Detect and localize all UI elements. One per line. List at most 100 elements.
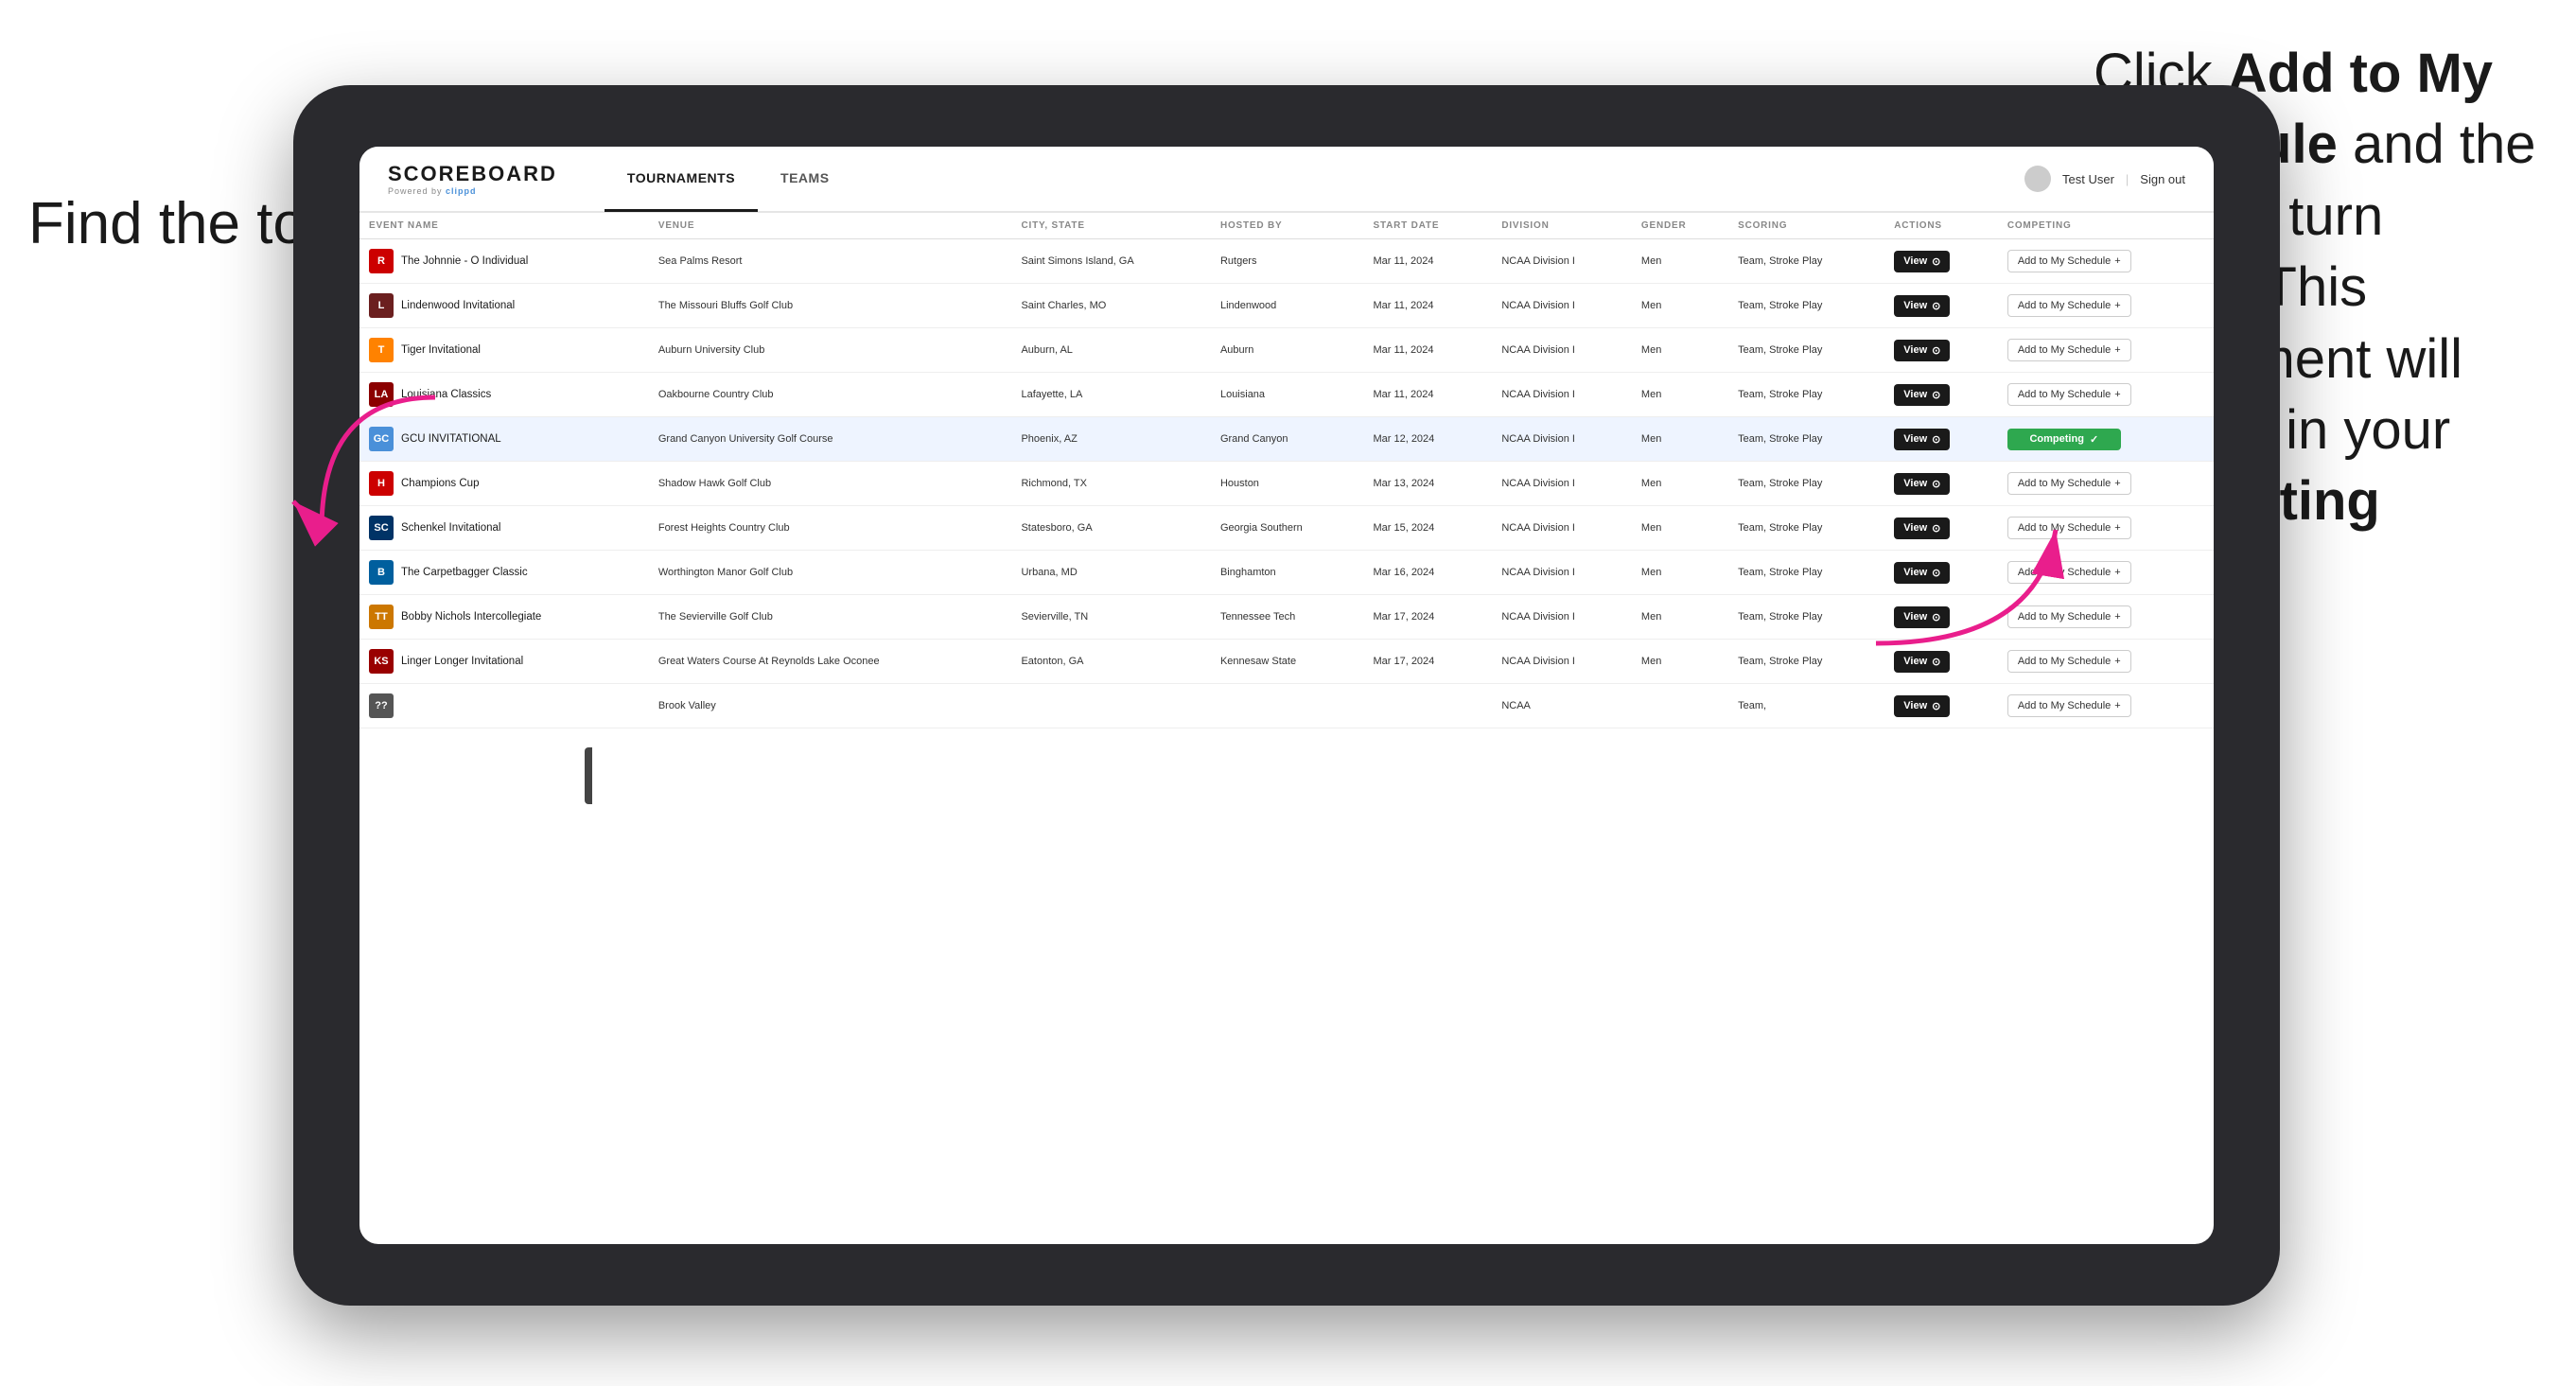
add-to-schedule-button[interactable]: Add to My Schedule + (2007, 294, 2131, 317)
view-button[interactable]: View ⊙ (1894, 384, 1950, 406)
team-logo: LA (369, 382, 394, 407)
cell-gender: Men (1632, 373, 1728, 417)
cell-venue: Great Waters Course At Reynolds Lake Oco… (649, 640, 1012, 684)
add-to-schedule-button[interactable]: Add to My Schedule + (2007, 561, 2131, 584)
cell-start-date: Mar 15, 2024 (1363, 506, 1492, 551)
add-to-schedule-button[interactable]: Add to My Schedule + (2007, 605, 2131, 628)
table-row: SC Schenkel Invitational Forest Heights … (359, 506, 2214, 551)
sign-out-link[interactable]: Sign out (2140, 172, 2185, 186)
cell-competing: Add to My Schedule + (1998, 595, 2214, 640)
header-right: Test User | Sign out (2024, 166, 2185, 192)
view-button[interactable]: View ⊙ (1894, 251, 1950, 272)
event-name-text: The Carpetbagger Classic (401, 567, 528, 578)
view-button[interactable]: View ⊙ (1894, 606, 1950, 628)
view-button[interactable]: View ⊙ (1894, 295, 1950, 317)
cell-division: NCAA Division I (1492, 640, 1632, 684)
cell-scoring: Team, Stroke Play (1728, 373, 1884, 417)
view-button[interactable]: View ⊙ (1894, 695, 1950, 717)
view-button[interactable]: View ⊙ (1894, 518, 1950, 539)
cell-scoring: Team, Stroke Play (1728, 595, 1884, 640)
cell-competing: Add to My Schedule + (1998, 551, 2214, 595)
plus-icon: + (2114, 389, 2120, 400)
cell-division: NCAA Division I (1492, 239, 1632, 284)
table-row: GC GCU INVITATIONAL Grand Canyon Univers… (359, 417, 2214, 462)
app-logo: SCOREBOARD (388, 162, 557, 186)
cell-city-state: Eatonton, GA (1011, 640, 1210, 684)
view-button[interactable]: View ⊙ (1894, 562, 1950, 584)
team-logo: T (369, 338, 394, 362)
cell-gender: Men (1632, 328, 1728, 373)
event-name-text: Lindenwood Invitational (401, 300, 515, 311)
view-button[interactable]: View ⊙ (1894, 429, 1950, 450)
add-to-schedule-button[interactable]: Add to My Schedule + (2007, 383, 2131, 406)
cell-city-state: Sevierville, TN (1011, 595, 1210, 640)
cell-city-state: Richmond, TX (1011, 462, 1210, 506)
event-name-text: The Johnnie - O Individual (401, 255, 528, 267)
cell-event-name: R The Johnnie - O Individual (359, 239, 649, 284)
col-start-date: START DATE (1363, 213, 1492, 239)
add-to-schedule-button[interactable]: Add to My Schedule + (2007, 472, 2131, 495)
cell-start-date: Mar 11, 2024 (1363, 284, 1492, 328)
tablet-screen: SCOREBOARD Powered by clippd TOURNAMENTS… (359, 147, 2214, 1244)
cell-city-state: Phoenix, AZ (1011, 417, 1210, 462)
cell-event-name: LA Louisiana Classics (359, 373, 649, 417)
team-logo: GC (369, 427, 394, 451)
cell-actions: View ⊙ (1884, 239, 1998, 284)
cell-event-name: B The Carpetbagger Classic (359, 551, 649, 595)
add-to-schedule-button[interactable]: Add to My Schedule + (2007, 517, 2131, 539)
cell-division: NCAA Division I (1492, 551, 1632, 595)
cell-start-date: Mar 11, 2024 (1363, 239, 1492, 284)
view-button[interactable]: View ⊙ (1894, 340, 1950, 361)
cell-actions: View ⊙ (1884, 640, 1998, 684)
cell-hosted-by: Georgia Southern (1211, 506, 1364, 551)
add-to-schedule-button[interactable]: Add to My Schedule + (2007, 694, 2131, 717)
table-row: R The Johnnie - O Individual Sea Palms R… (359, 239, 2214, 284)
cell-division: NCAA Division I (1492, 417, 1632, 462)
cell-venue: Worthington Manor Golf Club (649, 551, 1012, 595)
eye-icon: ⊙ (1932, 478, 1940, 490)
team-logo: KS (369, 649, 394, 674)
cell-scoring: Team, Stroke Play (1728, 462, 1884, 506)
table-header-row: EVENT NAME VENUE CITY, STATE HOSTED BY S… (359, 213, 2214, 239)
tab-teams[interactable]: TEAMS (758, 147, 852, 212)
cell-gender: Men (1632, 284, 1728, 328)
team-logo: H (369, 471, 394, 496)
user-name: Test User (2062, 172, 2114, 186)
cell-actions: View ⊙ (1884, 328, 1998, 373)
cell-actions: View ⊙ (1884, 506, 1998, 551)
cell-hosted-by: Tennessee Tech (1211, 595, 1364, 640)
eye-icon: ⊙ (1932, 389, 1940, 401)
col-competing: COMPETING (1998, 213, 2214, 239)
plus-icon: + (2114, 300, 2120, 311)
cell-event-name: TT Bobby Nichols Intercollegiate (359, 595, 649, 640)
table-row: B The Carpetbagger Classic Worthington M… (359, 551, 2214, 595)
cell-event-name: GC GCU INVITATIONAL (359, 417, 649, 462)
event-name-text: Tiger Invitational (401, 344, 481, 356)
cell-gender (1632, 684, 1728, 728)
team-logo: R (369, 249, 394, 273)
col-actions: ACTIONS (1884, 213, 1998, 239)
add-to-schedule-button[interactable]: Add to My Schedule + (2007, 339, 2131, 361)
cell-start-date (1363, 684, 1492, 728)
col-scoring: SCORING (1728, 213, 1884, 239)
plus-icon: + (2114, 522, 2120, 534)
cell-competing: Add to My Schedule + (1998, 373, 2214, 417)
table-row: ?? Brook ValleyNCAATeam, View ⊙ Add to M… (359, 684, 2214, 728)
powered-by: Powered by clippd (388, 186, 557, 196)
view-button[interactable]: View ⊙ (1894, 473, 1950, 495)
tab-tournaments[interactable]: TOURNAMENTS (605, 147, 758, 212)
competing-button[interactable]: Competing ✓ (2007, 429, 2121, 450)
cell-start-date: Mar 11, 2024 (1363, 373, 1492, 417)
cell-competing: Add to My Schedule + (1998, 684, 2214, 728)
add-to-schedule-button[interactable]: Add to My Schedule + (2007, 650, 2131, 673)
eye-icon: ⊙ (1932, 700, 1940, 712)
cell-hosted-by: Houston (1211, 462, 1364, 506)
event-name-text: Linger Longer Invitational (401, 656, 523, 667)
cell-actions: View ⊙ (1884, 373, 1998, 417)
cell-gender: Men (1632, 551, 1728, 595)
cell-actions: View ⊙ (1884, 284, 1998, 328)
add-to-schedule-button[interactable]: Add to My Schedule + (2007, 250, 2131, 272)
view-button[interactable]: View ⊙ (1894, 651, 1950, 673)
cell-division: NCAA Division I (1492, 328, 1632, 373)
team-logo: SC (369, 516, 394, 540)
